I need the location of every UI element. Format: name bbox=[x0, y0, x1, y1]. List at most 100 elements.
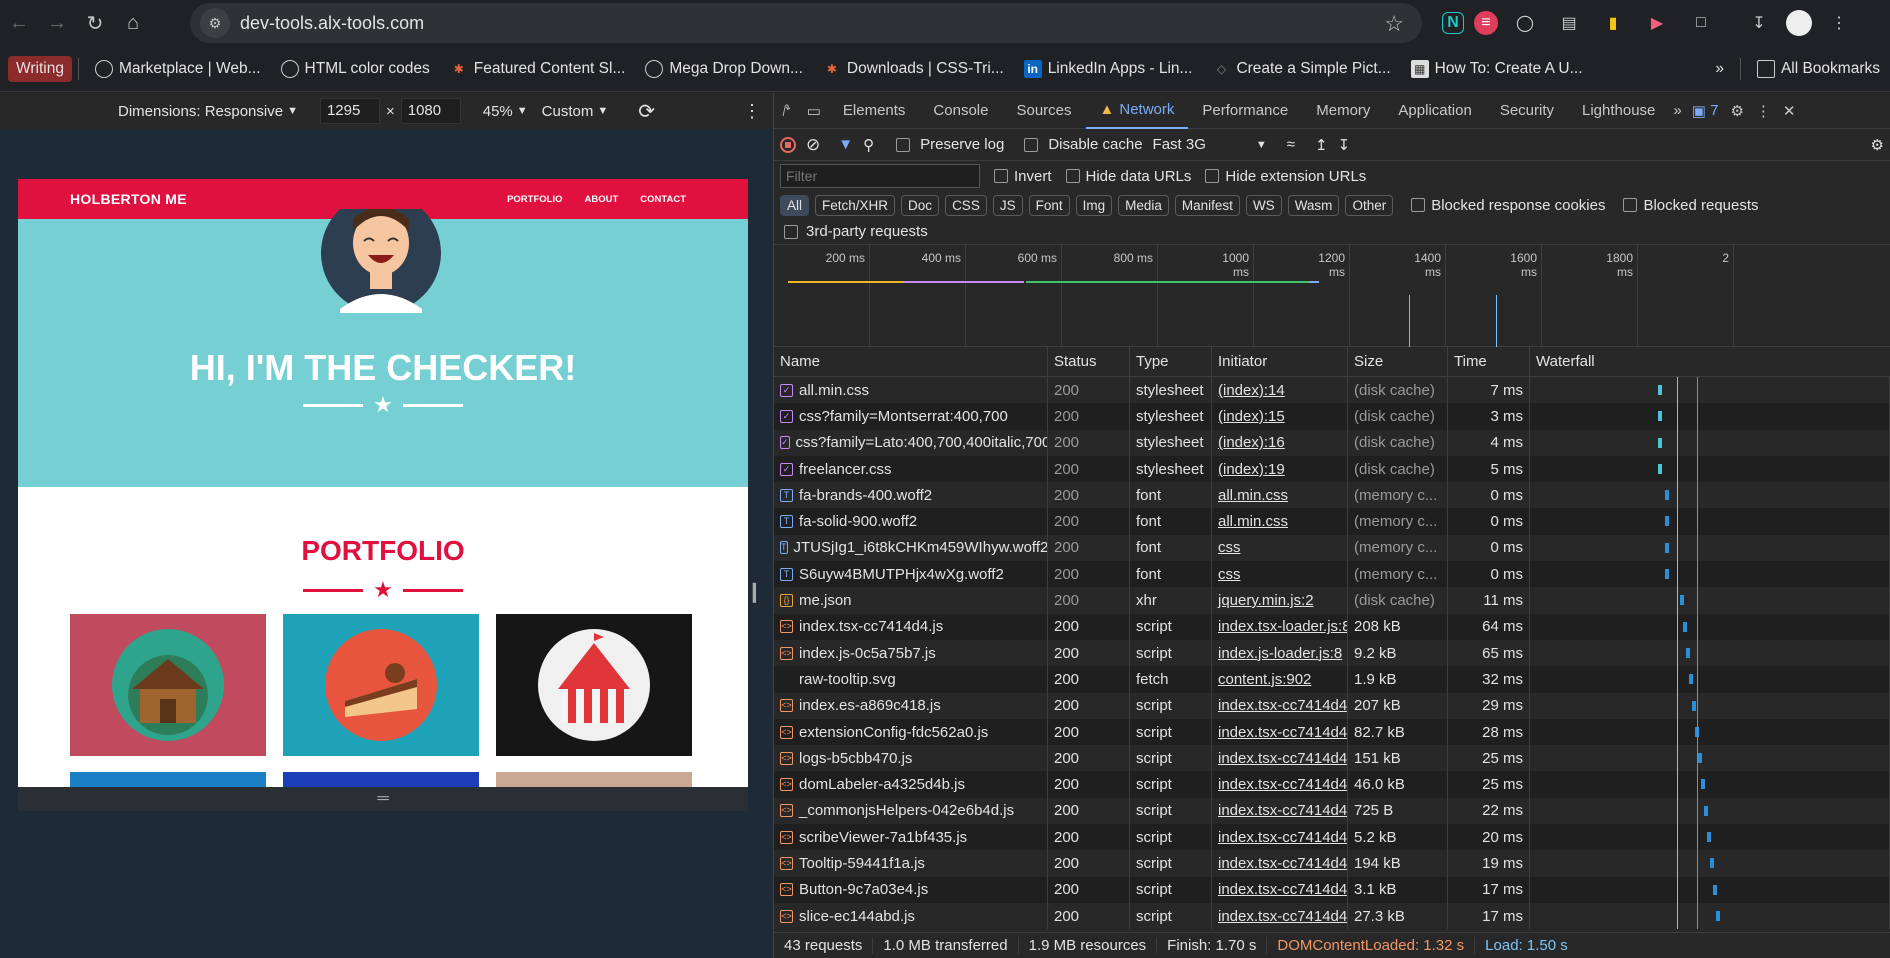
column-time[interactable]: Time bbox=[1448, 347, 1530, 376]
hide-extension-urls-checkbox[interactable] bbox=[1205, 169, 1220, 183]
initiator-link[interactable]: jquery.min.js:2 bbox=[1218, 592, 1314, 609]
column-name[interactable]: Name bbox=[774, 347, 1048, 376]
initiator-link[interactable]: content.js:902 bbox=[1218, 671, 1311, 688]
request-initiator[interactable]: (index):15 bbox=[1212, 403, 1348, 430]
tab-elements[interactable]: Elements bbox=[829, 93, 920, 129]
nav-contact[interactable]: CONTACT bbox=[640, 194, 686, 205]
request-name[interactable]: T JTUSjIg1_i6t8kCHKm459WIhyw.woff2 bbox=[774, 534, 1048, 562]
portfolio-item-circus[interactable] bbox=[496, 614, 692, 756]
device-toggle-icon[interactable]: ▭ bbox=[799, 93, 829, 129]
table-row[interactable]: {} me.json 200 xhr jquery.min.js:2 (disk cach… bbox=[774, 587, 1890, 614]
request-initiator[interactable]: css bbox=[1212, 561, 1348, 588]
type-filter-fetch-xhr[interactable]: Fetch/XHR bbox=[815, 194, 896, 216]
request-initiator[interactable]: index.js-loader.js:8 bbox=[1212, 639, 1348, 667]
network-overview[interactable]: 200 ms 400 ms 600 ms 800 ms 1000 ms 1200 ms 14… bbox=[774, 245, 1890, 347]
bookmark-item[interactable]: ✱ Downloads | CSS-Tri... bbox=[813, 60, 1014, 78]
tag-extension-icon[interactable]: ▮ bbox=[1596, 6, 1630, 40]
throttling-select[interactable]: Fast 3G bbox=[1153, 136, 1206, 153]
rotate-icon[interactable]: ⟳ bbox=[638, 99, 655, 124]
request-name[interactable]: <> index.js-0c5a75b7.js bbox=[774, 639, 1048, 667]
initiator-link[interactable]: all.min.css bbox=[1218, 487, 1288, 504]
type-filter-wasm[interactable]: Wasm bbox=[1287, 194, 1340, 216]
table-row[interactable]: ✓ css?family=Montserrat:400,700 200 stylesh… bbox=[774, 403, 1890, 430]
tab-security[interactable]: Security bbox=[1486, 93, 1568, 129]
table-row[interactable]: raw-tooltip.svg 200 fetch content.js:902 1.9… bbox=[774, 666, 1890, 693]
table-row[interactable]: <> logs-b5cbb470.js 200 script index.tsx-cc7… bbox=[774, 745, 1890, 772]
request-name[interactable]: {} me.json bbox=[774, 587, 1048, 614]
site-info-icon[interactable]: ⚙ bbox=[200, 8, 230, 38]
puzzle-extensions-icon[interactable]: □ bbox=[1684, 6, 1718, 40]
request-name[interactable]: Tfa-solid-900.woff2 bbox=[774, 508, 1048, 535]
address-bar[interactable]: ⚙ dev-tools.alx-tools.com ☆ bbox=[190, 3, 1422, 43]
forward-icon[interactable]: → bbox=[38, 5, 76, 43]
disable-cache-checkbox[interactable] bbox=[1024, 137, 1039, 152]
filter-input[interactable] bbox=[780, 164, 980, 188]
initiator-link[interactable]: (index):14 bbox=[1218, 382, 1285, 399]
home-icon[interactable]: ⌂ bbox=[114, 5, 152, 43]
tab-performance[interactable]: Performance bbox=[1188, 93, 1302, 129]
download-icon[interactable]: ↧ bbox=[1742, 6, 1776, 40]
tab-network[interactable]: ▲ Network bbox=[1085, 93, 1189, 129]
request-name[interactable]: ✓ css?family=Lato:400,700,400italic,700it… bbox=[774, 429, 1048, 456]
tab-memory[interactable]: Memory bbox=[1302, 93, 1384, 129]
column-status[interactable]: Status bbox=[1048, 347, 1130, 376]
request-initiator[interactable]: index.tsx-cc7414d4.js:1 bbox=[1212, 771, 1348, 798]
table-row[interactable]: <> scribeViewer-7a1bf435.js 200 script index… bbox=[774, 824, 1890, 851]
nav-about[interactable]: ABOUT bbox=[584, 194, 618, 205]
table-row[interactable]: T S6uyw4BMUTPHjx4wXg.woff2 200 font css (memo… bbox=[774, 561, 1890, 588]
request-name[interactable]: <> Button-9c7a03e4.js bbox=[774, 876, 1048, 903]
export-har-icon[interactable]: ↧ bbox=[1338, 136, 1351, 154]
type-filter-manifest[interactable]: Manifest bbox=[1174, 194, 1240, 216]
bookmark-item[interactable]: Mega Drop Down... bbox=[635, 60, 813, 78]
initiator-link[interactable]: css bbox=[1218, 566, 1241, 583]
request-initiator[interactable]: (index):16 bbox=[1212, 429, 1348, 456]
clear-icon[interactable]: ⊘ bbox=[806, 135, 820, 155]
network-settings-icon[interactable]: ⚙ bbox=[1871, 136, 1884, 154]
table-row[interactable]: <> domLabeler-a4325d4b.js 200 script index.t… bbox=[774, 771, 1890, 798]
column-initiator[interactable]: Initiator bbox=[1212, 347, 1348, 376]
import-har-icon[interactable]: ↥ bbox=[1315, 136, 1328, 154]
type-filter-img[interactable]: Img bbox=[1075, 194, 1113, 216]
table-row[interactable]: ✓ css?family=Lato:400,700,400italic,700it… bbox=[774, 429, 1890, 456]
portfolio-item[interactable] bbox=[283, 772, 479, 787]
issues-badge[interactable]: ▣ 7 bbox=[1686, 93, 1725, 129]
width-input[interactable]: 1295 bbox=[319, 98, 380, 124]
bookmark-item[interactable]: Marketplace | Web... bbox=[85, 60, 271, 78]
initiator-link[interactable]: index.tsx-cc7414d4.js:1 bbox=[1218, 776, 1347, 793]
initiator-link[interactable]: index.tsx-cc7414d4.js:1 bbox=[1218, 881, 1347, 898]
column-size[interactable]: Size bbox=[1348, 347, 1448, 376]
record-stop-icon[interactable] bbox=[780, 136, 796, 153]
height-input[interactable]: 1080 bbox=[400, 98, 461, 124]
lightbulb-extension-icon[interactable]: ◯ bbox=[1508, 6, 1542, 40]
table-row[interactable]: T JTUSjIg1_i6t8kCHKm459WIhyw.woff2 200 font… bbox=[774, 534, 1890, 562]
request-name[interactable]: <> Tooltip-59441f1a.js bbox=[774, 850, 1048, 877]
request-initiator[interactable]: all.min.css bbox=[1212, 482, 1348, 509]
type-filter-doc[interactable]: Doc bbox=[901, 194, 940, 216]
request-initiator[interactable]: index.tsx-cc7414d4.js:1 bbox=[1212, 824, 1348, 851]
bookmark-item[interactable]: ▦ How To: Create A U... bbox=[1401, 60, 1593, 78]
request-name[interactable]: <> index.es-a869c418.js bbox=[774, 692, 1048, 719]
table-row[interactable]: <> index.es-a869c418.js 200 script index.tsx… bbox=[774, 692, 1890, 719]
profile-avatar[interactable] bbox=[1786, 10, 1812, 36]
search-icon[interactable]: ⚲ bbox=[863, 136, 874, 154]
request-name[interactable]: ✓ all.min.css bbox=[774, 377, 1048, 404]
bookmark-item[interactable]: ✱ Featured Content Sl... bbox=[440, 60, 636, 78]
portfolio-item-cake[interactable] bbox=[283, 614, 479, 756]
request-initiator[interactable]: index.tsx-cc7414d4.js:1 bbox=[1212, 850, 1348, 877]
type-filter-media[interactable]: Media bbox=[1118, 194, 1169, 216]
initiator-link[interactable]: (index):19 bbox=[1218, 461, 1285, 478]
table-row[interactable]: <> index.tsx-cc7414d4.js 200 script index.ts… bbox=[774, 613, 1890, 640]
tab-console[interactable]: Console bbox=[919, 93, 1002, 129]
type-filter-js[interactable]: JS bbox=[992, 194, 1023, 216]
request-initiator[interactable]: index.tsx-loader.js:8 bbox=[1212, 613, 1348, 640]
initiator-link[interactable]: index.js-loader.js:8 bbox=[1218, 645, 1342, 662]
table-row[interactable]: ✓ freelancer.css 200 stylesheet (index):19 (d… bbox=[774, 455, 1890, 483]
initiator-link[interactable]: index.tsx-cc7414d4.js:1 bbox=[1218, 697, 1347, 714]
request-initiator[interactable]: jquery.min.js:2 bbox=[1212, 587, 1348, 614]
request-name[interactable]: <> logs-b5cbb470.js bbox=[774, 745, 1048, 772]
type-filter-all[interactable]: All bbox=[780, 194, 810, 216]
hide-data-urls-checkbox[interactable] bbox=[1065, 169, 1080, 183]
request-initiator[interactable]: css bbox=[1212, 534, 1348, 562]
all-bookmarks[interactable]: All Bookmarks bbox=[1747, 60, 1890, 78]
request-initiator[interactable]: index.tsx-cc7414d4.js:1 bbox=[1212, 718, 1348, 746]
